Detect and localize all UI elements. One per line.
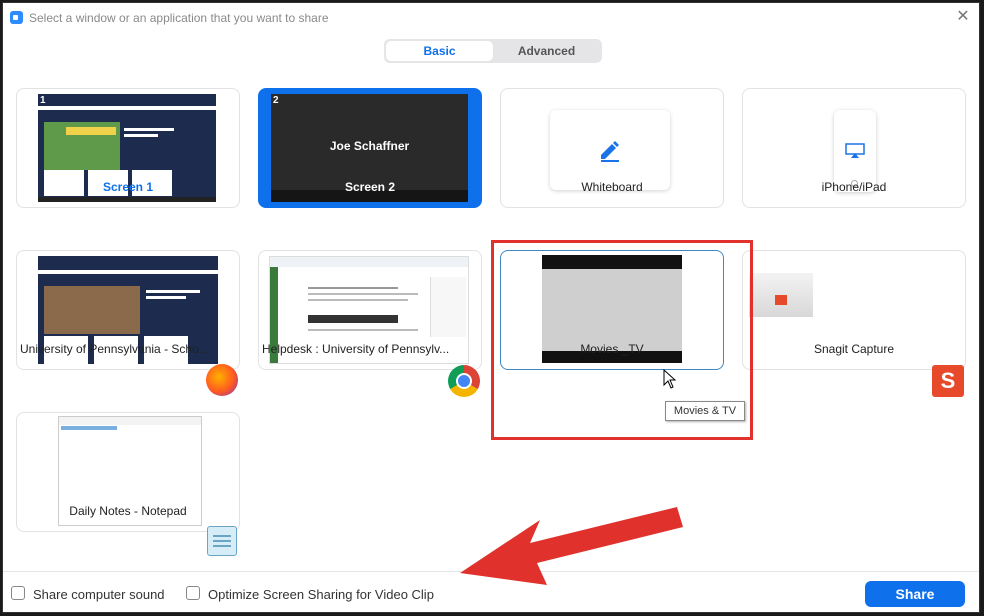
tab-advanced[interactable]: Advanced xyxy=(493,41,600,61)
share-option-whiteboard[interactable]: Whiteboard xyxy=(500,88,724,208)
dialog-title: Select a window or an application that y… xyxy=(29,11,329,25)
title-bar: Select a window or an application that y… xyxy=(3,3,979,33)
card-label: Helpdesk : University of Pennsylv... xyxy=(262,342,450,356)
card-label: Daily Notes - Notepad xyxy=(69,504,187,518)
optimize-video-checkbox[interactable] xyxy=(186,586,200,600)
card-label: Whiteboard xyxy=(581,180,643,194)
card-label: University of Pennsylvania - Scho... xyxy=(20,342,209,356)
share-sound-checkbox[interactable] xyxy=(11,586,25,600)
card-label: Screen 1 xyxy=(102,180,154,194)
notepad-icon xyxy=(207,526,237,556)
pen-icon xyxy=(601,141,619,162)
chrome-icon xyxy=(448,365,480,397)
arrow-annotation xyxy=(460,507,683,585)
whiteboard-tile xyxy=(550,110,670,190)
card-label: iPhone/iPad xyxy=(821,180,887,194)
share-option-snagit[interactable]: Snagit Capture S xyxy=(742,250,966,397)
mode-tabs: Basic Advanced xyxy=(384,39,602,63)
firefox-icon xyxy=(206,364,238,396)
card-label: Snagit Capture xyxy=(813,342,895,356)
snagit-thumbnail xyxy=(749,273,813,317)
screen-number: 2 xyxy=(273,95,279,106)
share-option-chrome-window[interactable]: Helpdesk : University of Pennsylv... xyxy=(258,250,482,397)
optimize-video-label: Optimize Screen Sharing for Video Clip xyxy=(208,587,434,602)
share-option-notepad[interactable]: Daily Notes - Notepad xyxy=(16,412,240,556)
screen-number: 1 xyxy=(40,95,46,106)
airplay-icon xyxy=(845,143,865,158)
tab-basic[interactable]: Basic xyxy=(386,41,493,61)
share-option-firefox-window[interactable]: University of Pennsylvania - Scho... xyxy=(16,250,240,396)
screen-2-caption: Joe Schaffner xyxy=(329,139,410,153)
card-label: Screen 2 xyxy=(344,180,396,194)
share-button[interactable]: Share xyxy=(865,581,965,607)
close-icon[interactable]: ✕ xyxy=(955,9,971,25)
share-option-screen-1[interactable]: 1 Screen 1 xyxy=(16,88,240,208)
share-option-iphone-ipad[interactable]: iPhone/iPad xyxy=(742,88,966,208)
share-sound-label: Share computer sound xyxy=(33,587,165,602)
video-camera-icon xyxy=(10,11,23,24)
tooltip: Movies & TV xyxy=(665,401,745,421)
snagit-icon: S xyxy=(932,365,964,397)
share-option-screen-2[interactable]: 2 Joe Schaffner Screen 2 xyxy=(258,88,482,208)
